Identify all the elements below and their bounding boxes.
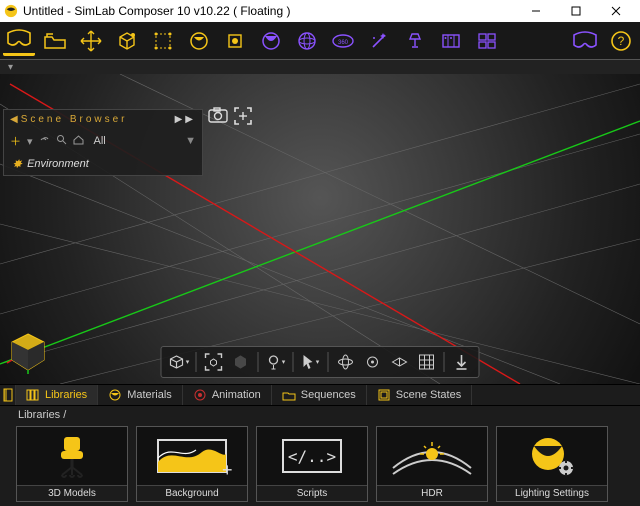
- navigation-cube[interactable]: [6, 330, 50, 374]
- light-toggle-button[interactable]: ▾: [264, 350, 288, 374]
- library-card-3d-models[interactable]: 3D Models: [16, 426, 128, 502]
- scene-item-label: Environment: [27, 158, 89, 170]
- tab-label: Animation: [212, 389, 261, 401]
- open-tool[interactable]: [39, 26, 71, 56]
- mesh-grid-button[interactable]: [415, 350, 439, 374]
- vr-tool[interactable]: [3, 26, 35, 56]
- bottom-tabs: Libraries Materials Animation Sequences …: [0, 384, 640, 406]
- breadcrumb-text: Libraries /: [18, 409, 66, 421]
- main-toolbar: 360 ?: [0, 22, 640, 60]
- cube-tool[interactable]: [111, 26, 143, 56]
- materials-icon: [108, 388, 122, 402]
- hdr-icon: [389, 434, 475, 478]
- grid-toggle-button[interactable]: [388, 350, 412, 374]
- library-card-scripts[interactable]: </..> Scripts: [256, 426, 368, 502]
- bounds-tool[interactable]: [147, 26, 179, 56]
- dropdown-caret-icon[interactable]: ▾: [27, 135, 33, 148]
- card-label: Scripts: [257, 485, 367, 501]
- move-tool[interactable]: [75, 26, 107, 56]
- lighting-settings-icon: [524, 432, 580, 480]
- tab-materials[interactable]: Materials: [98, 385, 183, 405]
- scene-browser-title: Scene Browser: [21, 114, 175, 125]
- menu-strip[interactable]: ▾: [0, 60, 640, 74]
- window-titlebar: Untitled - SimLab Composer 10 v10.22 ( F…: [0, 0, 640, 22]
- library-card-background[interactable]: + Background: [136, 426, 248, 502]
- scene-item-environment[interactable]: ✸ Environment: [4, 153, 202, 175]
- orbit-button[interactable]: [334, 350, 358, 374]
- app-icon: [4, 4, 18, 18]
- tab-label: Sequences: [301, 389, 356, 401]
- link-icon[interactable]: [39, 134, 50, 148]
- window-maximize-button[interactable]: [556, 0, 596, 22]
- collapse-panel-button[interactable]: [0, 385, 16, 405]
- tab-animation[interactable]: Animation: [183, 385, 272, 405]
- window-title: Untitled - SimLab Composer 10 v10.22 ( F…: [23, 4, 516, 18]
- svg-text:?: ?: [618, 34, 625, 48]
- scene-builder-tool[interactable]: [435, 26, 467, 56]
- menu-caret-icon: ▾: [8, 62, 13, 73]
- layout-tool[interactable]: [471, 26, 503, 56]
- library-breadcrumb[interactable]: Libraries /: [0, 406, 640, 424]
- animation-icon: [193, 388, 207, 402]
- add-button[interactable]: ＋: [10, 133, 21, 149]
- tab-scene-states[interactable]: Scene States: [367, 385, 472, 405]
- search-icon[interactable]: [56, 134, 67, 148]
- home-icon[interactable]: [73, 134, 84, 148]
- svg-text:360: 360: [338, 40, 349, 46]
- tab-label: Scene States: [396, 389, 461, 401]
- viewport[interactable]: ◀ Scene Browser ▶▶ ＋ ▾ All ▼ ✸ Environme…: [0, 74, 640, 384]
- sequences-icon: [282, 388, 296, 402]
- expand-right-icon[interactable]: ▶▶: [175, 114, 196, 125]
- perspective-button[interactable]: [361, 350, 385, 374]
- scene-browser-toolbar: ＋ ▾ All ▼: [4, 129, 202, 153]
- scene-states-icon: [377, 388, 391, 402]
- 360-tool[interactable]: 360: [327, 26, 359, 56]
- card-label: 3D Models: [17, 485, 127, 501]
- background-icon: +: [152, 434, 232, 478]
- render-tool[interactable]: [255, 26, 287, 56]
- iso-view-button[interactable]: [229, 350, 253, 374]
- select-arrow-button[interactable]: ▾: [299, 350, 323, 374]
- window-close-button[interactable]: [596, 0, 636, 22]
- viewport-snapshot-buttons: [208, 107, 252, 128]
- viewport-toolbar: ▾ ▾ ▾: [161, 346, 480, 378]
- collapse-left-icon: ◀: [10, 114, 21, 125]
- scene-browser-header[interactable]: ◀ Scene Browser ▶▶: [4, 110, 202, 129]
- library-card-lighting-settings[interactable]: Lighting Settings: [496, 426, 608, 502]
- magic-wand-tool[interactable]: [363, 26, 395, 56]
- tab-label: Libraries: [45, 389, 87, 401]
- light-tool[interactable]: [219, 26, 251, 56]
- svg-text:+: +: [222, 460, 232, 478]
- tab-label: Materials: [127, 389, 172, 401]
- globe-tool[interactable]: [291, 26, 323, 56]
- tab-sequences[interactable]: Sequences: [272, 385, 367, 405]
- window-minimize-button[interactable]: [516, 0, 556, 22]
- camera-snapshot-button[interactable]: [208, 107, 228, 128]
- tab-libraries[interactable]: Libraries: [16, 385, 98, 405]
- card-label: HDR: [377, 485, 487, 501]
- fit-view-button[interactable]: [202, 350, 226, 374]
- vr-preview-tool[interactable]: [569, 26, 601, 56]
- card-label: Background: [137, 485, 247, 501]
- svg-text:</..>: </..>: [288, 447, 336, 466]
- library-card-hdr[interactable]: HDR: [376, 426, 488, 502]
- filter-caret-icon[interactable]: ▼: [185, 135, 196, 147]
- focus-frame-button[interactable]: [234, 107, 252, 128]
- download-button[interactable]: [450, 350, 474, 374]
- card-label: Lighting Settings: [497, 485, 607, 501]
- library-grid: 3D Models + Background </..> Scripts HDR…: [0, 424, 640, 506]
- filter-label[interactable]: All: [94, 135, 106, 147]
- chair-icon: [47, 433, 97, 479]
- libraries-icon: [26, 388, 40, 402]
- environment-icon: ✸: [12, 157, 22, 171]
- view-cube-button[interactable]: ▾: [167, 350, 191, 374]
- help-tool[interactable]: ?: [605, 26, 637, 56]
- material-ball-tool[interactable]: [183, 26, 215, 56]
- lamp-tool[interactable]: [399, 26, 431, 56]
- scene-browser-panel: ◀ Scene Browser ▶▶ ＋ ▾ All ▼ ✸ Environme…: [3, 109, 203, 176]
- code-icon: </..>: [277, 436, 347, 476]
